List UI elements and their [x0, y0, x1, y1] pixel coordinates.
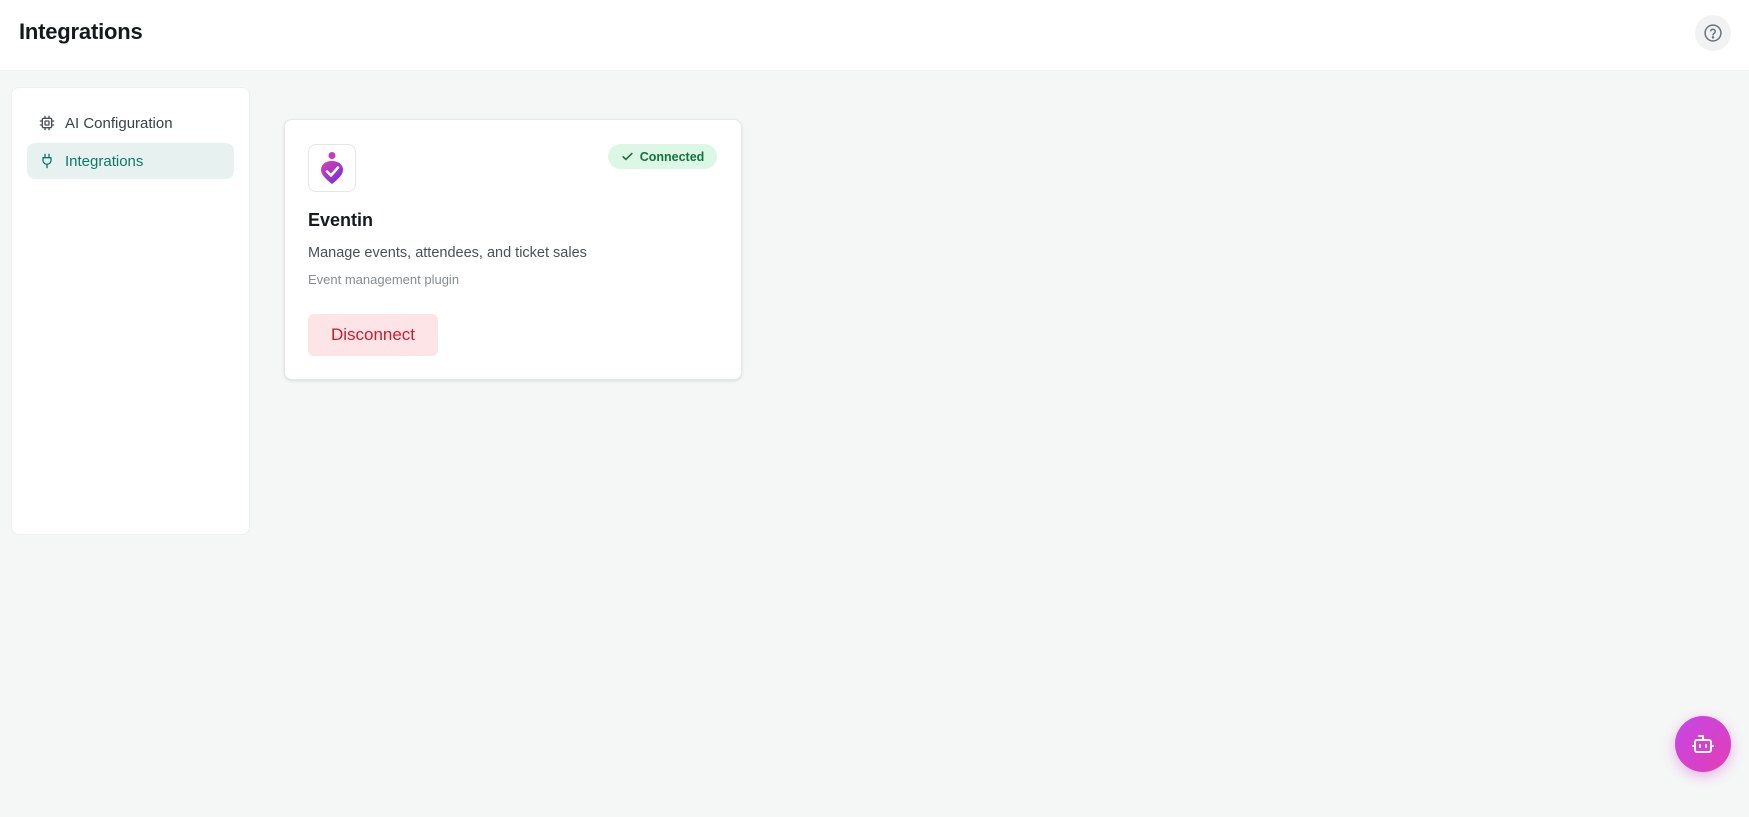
status-text: Connected: [639, 149, 705, 164]
help-button[interactable]: [1695, 15, 1731, 51]
sidebar-item-ai-configuration[interactable]: AI Configuration: [27, 105, 234, 141]
sidebar-item-label: AI Configuration: [65, 114, 173, 132]
status-badge: Connected: [608, 144, 717, 169]
chat-assistant-button[interactable]: [1675, 716, 1731, 772]
bot-icon: [1691, 732, 1715, 756]
sidebar-item-label: Integrations: [65, 152, 144, 170]
integration-subtitle: Event management plugin: [308, 272, 460, 287]
top-bar: Integrations: [0, 0, 1749, 71]
disconnect-button[interactable]: Disconnect: [308, 314, 438, 356]
sidebar: AI Configuration Integrations: [11, 87, 250, 535]
plug-icon: [39, 153, 55, 169]
integration-description: Manage events, attendees, and ticket sal…: [308, 245, 587, 261]
eventin-logo: [319, 151, 345, 185]
cpu-chip-icon: [39, 115, 55, 131]
sidebar-item-integrations[interactable]: Integrations: [27, 143, 234, 179]
check-icon: [621, 150, 634, 163]
page-title: Integrations: [19, 19, 143, 44]
integration-logo: [308, 144, 356, 192]
help-circle-icon: [1703, 23, 1723, 43]
integration-card-eventin: Connected Eventin Manage events, attende…: [284, 119, 742, 380]
integration-name: Eventin: [308, 210, 374, 230]
